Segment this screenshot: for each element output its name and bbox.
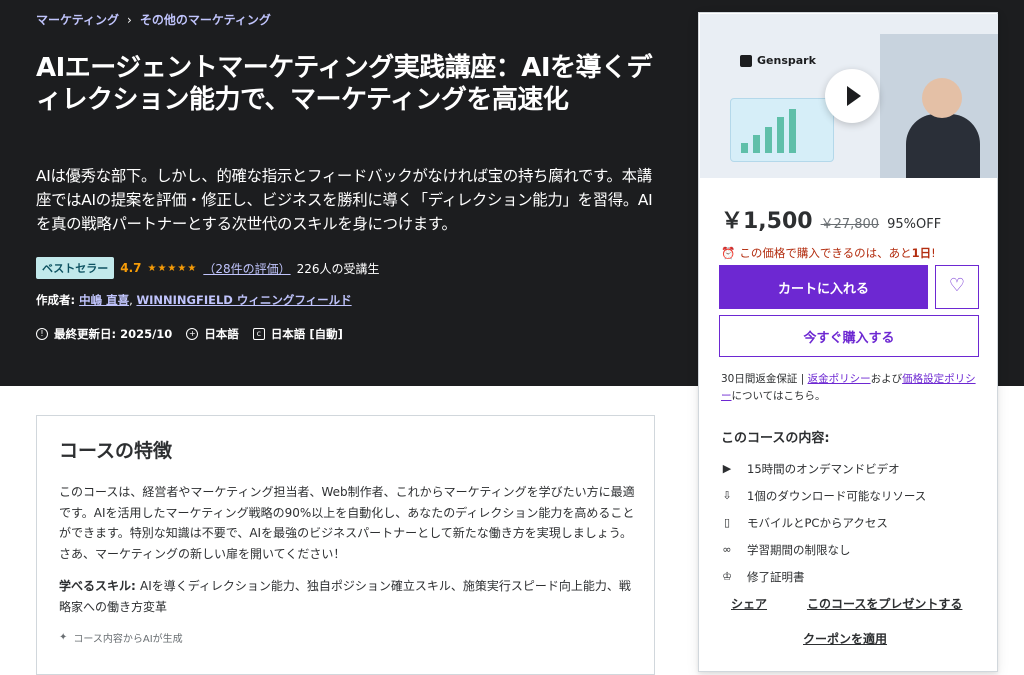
- list-item: ⇩ 1個のダウンロード可能なリソース: [721, 482, 926, 509]
- chevron-right-icon: ›: [127, 12, 132, 27]
- preview-brand: Genspark: [757, 54, 816, 67]
- breadcrumb: マーケティング › その他のマーケティング: [36, 11, 271, 28]
- globe-icon: +: [186, 328, 199, 340]
- refund-policy-link[interactable]: 返金ポリシー: [808, 373, 871, 385]
- file-download-icon: ⇩: [722, 489, 732, 502]
- guarantee-text: 30日間返金保証 | 返金ポリシーおよび価格設定ポリシーについてはこちら。: [721, 371, 981, 405]
- buy-now-button[interactable]: 今すぐ購入する: [719, 315, 979, 357]
- ai-generated-text: コース内容からAIが生成: [73, 634, 183, 645]
- preview-chart-image: [730, 98, 834, 162]
- timer-suffix: !: [931, 246, 936, 260]
- breadcrumb-marketing[interactable]: マーケティング: [36, 11, 119, 28]
- rating-score: 4.7: [120, 261, 142, 275]
- breadcrumb-other-marketing[interactable]: その他のマーケティング: [140, 11, 271, 28]
- original-price: ￥27,800: [820, 217, 880, 232]
- features-skills: 学べるスキル: AIを導くディレクション能力、独自ポジション確立スキル、施策実行…: [59, 576, 639, 617]
- gift-course-button[interactable]: このコースをプレゼントする: [807, 595, 962, 612]
- last-updated: 最終更新日: 2025/10: [54, 327, 173, 341]
- list-item: ▶ 15時間のオンデマンドビデオ: [721, 455, 926, 482]
- ai-generated-note: ✦ コース内容からAIが生成: [59, 630, 183, 645]
- rating-count-link[interactable]: （28件の評価）: [203, 260, 290, 277]
- video-icon: ▶: [722, 462, 732, 475]
- guarantee-and: および: [870, 373, 903, 385]
- features-description: このコースは、経営者やマーケティング担当者、Web制作者、これからマーケティング…: [59, 485, 635, 561]
- sidebar-actions: シェア このコースをプレゼントする: [731, 595, 962, 612]
- author-row: 作成者: 中嶋 直喜, WINNINGFIELD ウィニングフィールド: [36, 293, 352, 307]
- mobile-icon: ▯: [723, 516, 731, 529]
- play-icon[interactable]: [825, 69, 879, 123]
- features-title: コースの特徴: [59, 440, 173, 462]
- skills-label: 学べるスキル:: [59, 579, 140, 593]
- guarantee-tail: についてはこちら。: [731, 390, 826, 402]
- infinity-icon: ∞: [722, 543, 732, 556]
- includes-title: このコースの内容:: [721, 431, 830, 446]
- preview-instructor-image: [906, 114, 980, 178]
- rating-row: ベストセラー 4.7 ★★★★★ （28件の評価） 226人の受講生: [36, 257, 380, 279]
- price-row: ￥1,500 ￥27,800 95%OFF: [721, 203, 941, 235]
- author-link-nakajima[interactable]: 中嶋 直喜: [79, 293, 129, 307]
- language: 日本語: [204, 327, 239, 341]
- trophy-icon: ♔: [722, 570, 732, 583]
- include-certificate: 修了証明書: [747, 569, 805, 584]
- sale-timer: ⏰ この価格で購入できるのは、あと1日!: [721, 245, 936, 261]
- include-lifetime: 学習期間の制限なし: [747, 542, 851, 557]
- share-button[interactable]: シェア: [731, 595, 767, 612]
- captions: 日本語 [自動]: [270, 327, 343, 341]
- apply-coupon-button[interactable]: クーポンを適用: [803, 632, 887, 646]
- alarm-clock-icon: ⏰: [721, 246, 736, 260]
- star-rating-icon: ★★★★★: [147, 262, 198, 274]
- current-price: ￥1,500: [721, 209, 813, 234]
- add-to-cart-button[interactable]: カートに入れる: [719, 265, 928, 309]
- include-mobile: モバイルとPCからアクセス: [747, 515, 888, 530]
- preview-instructor-face: [922, 78, 962, 118]
- captions-icon: c: [252, 328, 265, 340]
- list-item: ▯ モバイルとPCからアクセス: [721, 509, 926, 536]
- discount-percent: 95%OFF: [887, 217, 942, 232]
- heart-icon[interactable]: ♡: [935, 265, 979, 309]
- guarantee-label: 30日間返金保証 |: [721, 373, 808, 385]
- includes-list: ▶ 15時間のオンデマンドビデオ ⇩ 1個のダウンロード可能なリソース ▯ モバイルと…: [721, 455, 926, 590]
- timer-value: 1日: [911, 246, 932, 260]
- timer-prefix: この価格で購入できるのは、あと: [739, 246, 912, 260]
- list-item: ∞ 学習期間の制限なし: [721, 536, 926, 563]
- purchase-sidebar: Genspark ￥1,500 ￥27,800 95%OFF ⏰ この価格で購入…: [698, 12, 998, 672]
- genspark-logo: Genspark: [740, 54, 816, 67]
- course-title: AIエージェントマーケティング実践講座：AIを導くディレクション能力で、マーケテ…: [36, 53, 653, 115]
- bestseller-badge: ベストセラー: [36, 257, 115, 279]
- meta-row: ! 最終更新日: 2025/10 + 日本語 c 日本語 [自動]: [36, 326, 343, 342]
- student-count: 226人の受講生: [296, 261, 380, 276]
- alert-icon: !: [36, 328, 48, 340]
- author-link-winningfield[interactable]: WINNINGFIELD ウィニングフィールド: [136, 293, 351, 307]
- include-video: 15時間のオンデマンドビデオ: [747, 461, 900, 476]
- author-label: 作成者:: [36, 293, 80, 307]
- skills-text: AIを導くディレクション能力、独自ポジション確立スキル、施策実行スピード向上能力…: [59, 579, 631, 614]
- course-preview-video[interactable]: Genspark: [700, 14, 998, 178]
- course-subtitle: AIは優秀な部下。しかし、的確な指示とフィードバックがなければ宝の持ち腐れです。…: [36, 167, 653, 233]
- list-item: ♔ 修了証明書: [721, 563, 926, 590]
- course-features-box: コースの特徴 このコースは、経営者やマーケティング担当者、Web制作者、これから…: [36, 415, 655, 675]
- sparkle-icon: ✦: [59, 632, 68, 643]
- include-resource: 1個のダウンロード可能なリソース: [747, 488, 927, 503]
- coupon-actions: クーポンを適用: [803, 630, 887, 647]
